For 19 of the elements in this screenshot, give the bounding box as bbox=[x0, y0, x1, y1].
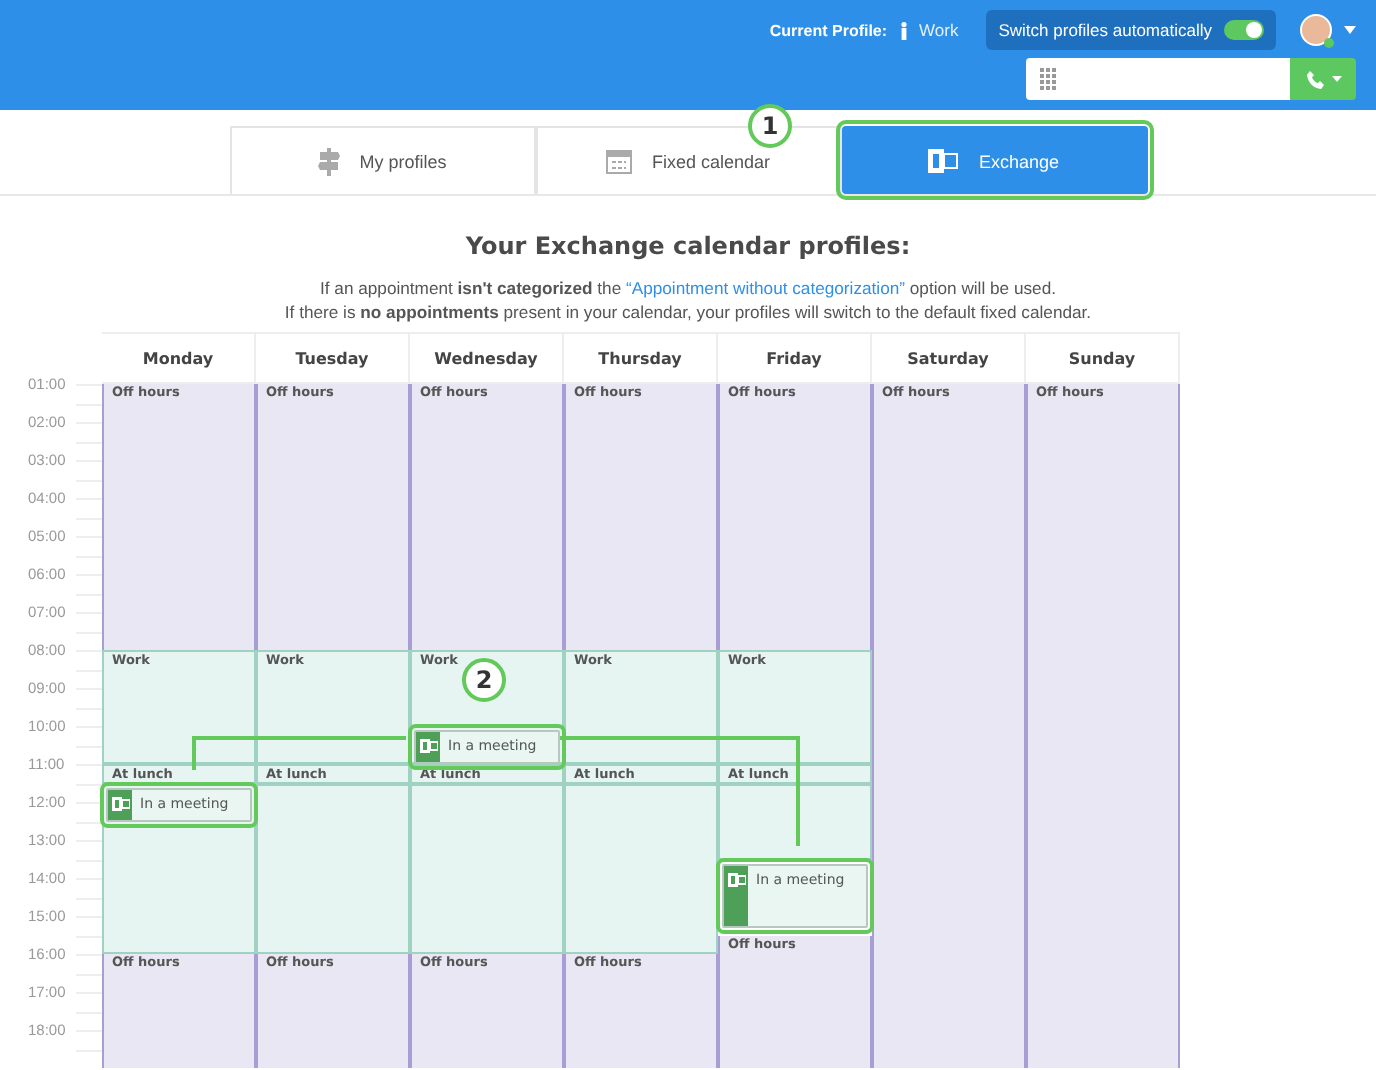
exchange-icon bbox=[928, 148, 959, 174]
phone-icon bbox=[1305, 69, 1325, 89]
keypad-icon bbox=[1040, 68, 1056, 90]
exchange-icon bbox=[727, 871, 745, 887]
caret-icon bbox=[1331, 76, 1341, 82]
dial-field[interactable] bbox=[1026, 58, 1290, 100]
call-button[interactable] bbox=[1290, 58, 1356, 100]
avatar[interactable] bbox=[1300, 14, 1332, 46]
section-title: Your Exchange calendar profiles: bbox=[463, 232, 913, 260]
signpost-icon bbox=[317, 147, 340, 175]
exchange-icon bbox=[419, 738, 437, 754]
auto-switch-toggle[interactable]: Switch profiles automatically bbox=[986, 10, 1276, 50]
notice-text: If an appointment isn't categorized the “Appointment without categorization” option will be used. If there is no appointments present in your calendar, your profiles will switch to the default fixed calendar. bbox=[282, 276, 1094, 324]
caret-icon[interactable] bbox=[1344, 26, 1356, 34]
current-profile-value: Work bbox=[919, 20, 959, 40]
calendar-icon bbox=[605, 148, 632, 174]
exchange-icon bbox=[111, 795, 129, 811]
tab[interactable]: My profiles bbox=[229, 126, 535, 194]
current-profile-label: Current Profile: bbox=[769, 21, 888, 39]
